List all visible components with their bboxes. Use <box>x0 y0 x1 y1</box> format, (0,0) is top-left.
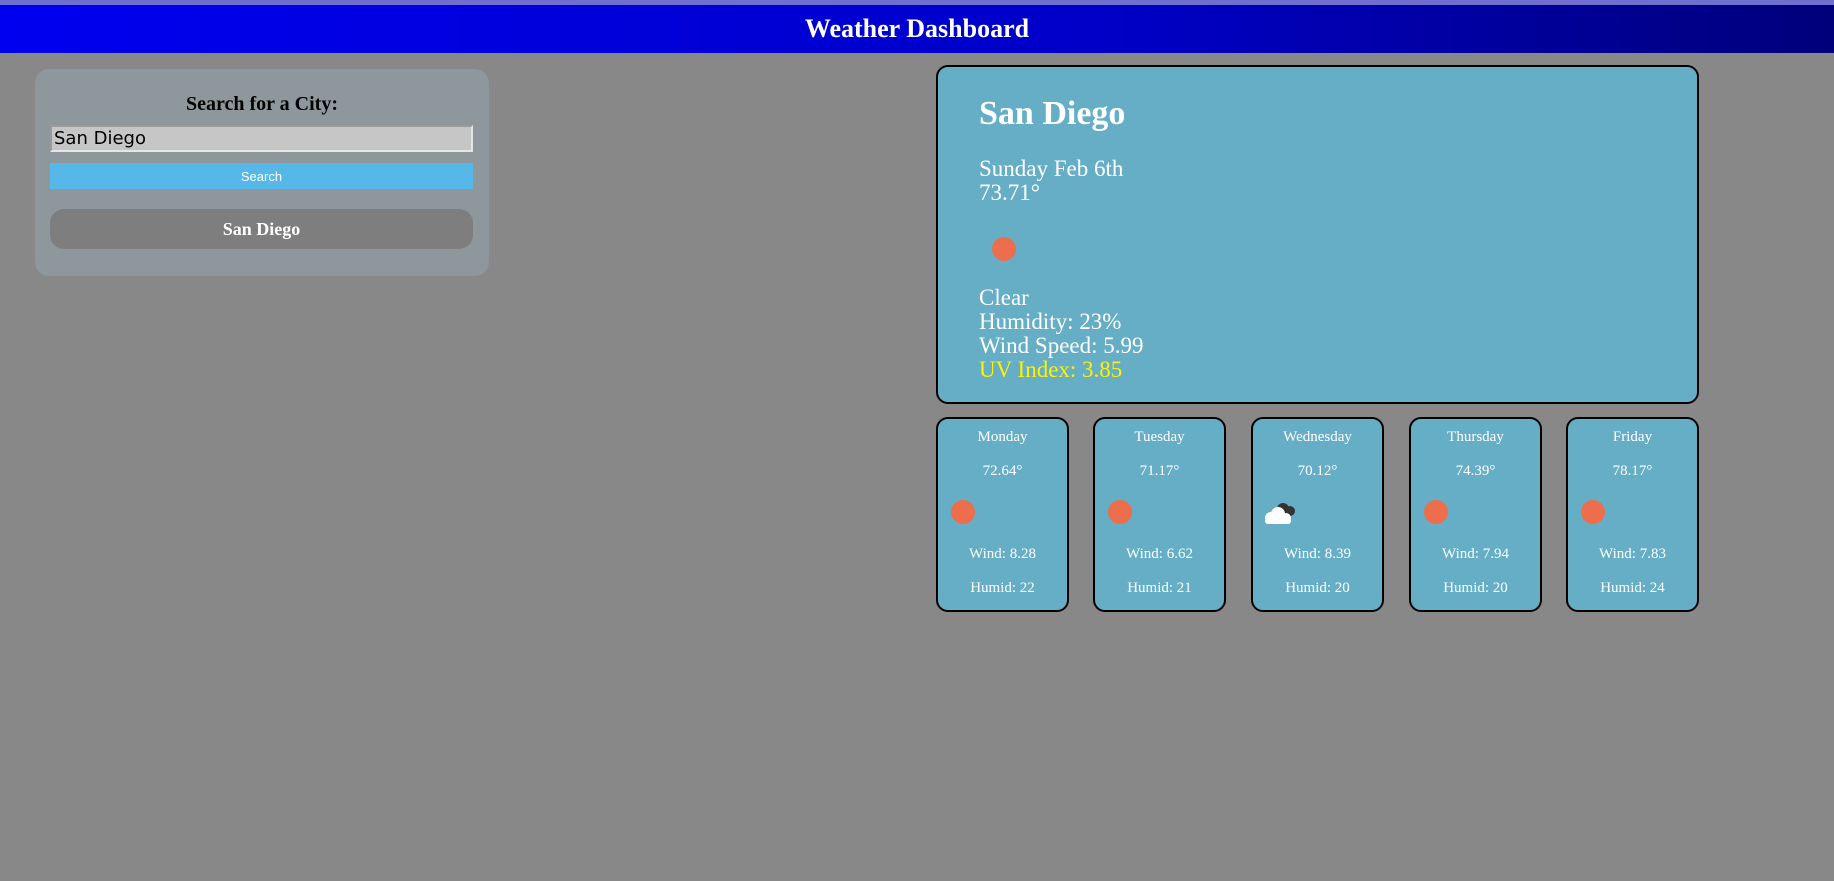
forecast-temp: 78.17° <box>1612 463 1653 479</box>
forecast-humidity: Humid: 21 <box>1127 580 1192 596</box>
forecast-temp: 74.39° <box>1455 463 1496 479</box>
search-panel: Search for a City: Search San Diego <box>35 69 489 276</box>
forecast-wind: Wind: 6.62 <box>1126 546 1193 562</box>
cloud-icon <box>1265 503 1295 524</box>
forecast-card-friday: Friday 78.17° Wind: 7.83 Humid: 24 <box>1566 417 1699 612</box>
current-temperature: 73.71° <box>979 180 1040 205</box>
forecast-wind: Wind: 7.94 <box>1442 546 1509 562</box>
forecast-humidity: Humid: 22 <box>970 580 1035 596</box>
forecast-wind: Wind: 7.83 <box>1599 546 1666 562</box>
forecast-temp: 70.12° <box>1297 463 1338 479</box>
sun-icon <box>1108 500 1132 524</box>
sun-icon <box>1581 500 1605 524</box>
forecast-day: Thursday <box>1447 429 1504 445</box>
forecast-humidity: Humid: 24 <box>1600 580 1665 596</box>
sun-icon <box>1424 500 1448 524</box>
sun-icon <box>951 500 975 524</box>
forecast-card-tuesday: Tuesday 71.17° Wind: 6.62 Humid: 21 <box>1093 417 1226 612</box>
forecast-wind: Wind: 8.39 <box>1284 546 1351 562</box>
city-search-input[interactable] <box>50 125 473 152</box>
forecast-card-wednesday: Wednesday 70.12° Wind: 8.39 Humid: 20 <box>1251 417 1384 612</box>
forecast-day: Friday <box>1612 429 1653 445</box>
forecast-day: Wednesday <box>1283 429 1352 445</box>
current-city-name: San Diego <box>979 95 1126 132</box>
forecast-card-monday: Monday 72.64° Wind: 8.28 Humid: 22 <box>936 417 1069 612</box>
current-date: Sunday Feb 6th <box>979 156 1124 181</box>
forecast-humidity: Humid: 20 <box>1285 580 1350 596</box>
page-header: Weather Dashboard <box>0 5 1834 53</box>
current-condition: Clear <box>979 285 1029 310</box>
forecast-wind: Wind: 8.28 <box>969 546 1036 562</box>
current-weather-card: San Diego Sunday Feb 6th 73.71° Clear Hu… <box>936 65 1699 404</box>
sun-icon <box>992 237 1016 261</box>
history-button-san-diego[interactable]: San Diego <box>50 209 473 249</box>
current-uv-index: UV Index: 3.85 <box>979 357 1123 382</box>
forecast-humidity: Humid: 20 <box>1443 580 1508 596</box>
forecast-day: Tuesday <box>1134 429 1185 445</box>
forecast-temp: 72.64° <box>982 463 1023 479</box>
search-button[interactable]: Search <box>50 163 473 189</box>
search-label: Search for a City: <box>185 93 338 115</box>
forecast-temp: 71.17° <box>1139 463 1180 479</box>
current-humidity: Humidity: 23% <box>979 309 1122 334</box>
current-wind-speed: Wind Speed: 5.99 <box>979 333 1144 358</box>
forecast-card-thursday: Thursday 74.39° Wind: 7.94 Humid: 20 <box>1409 417 1542 612</box>
forecast-day: Monday <box>977 429 1028 445</box>
page-title: Weather Dashboard <box>804 14 1030 43</box>
